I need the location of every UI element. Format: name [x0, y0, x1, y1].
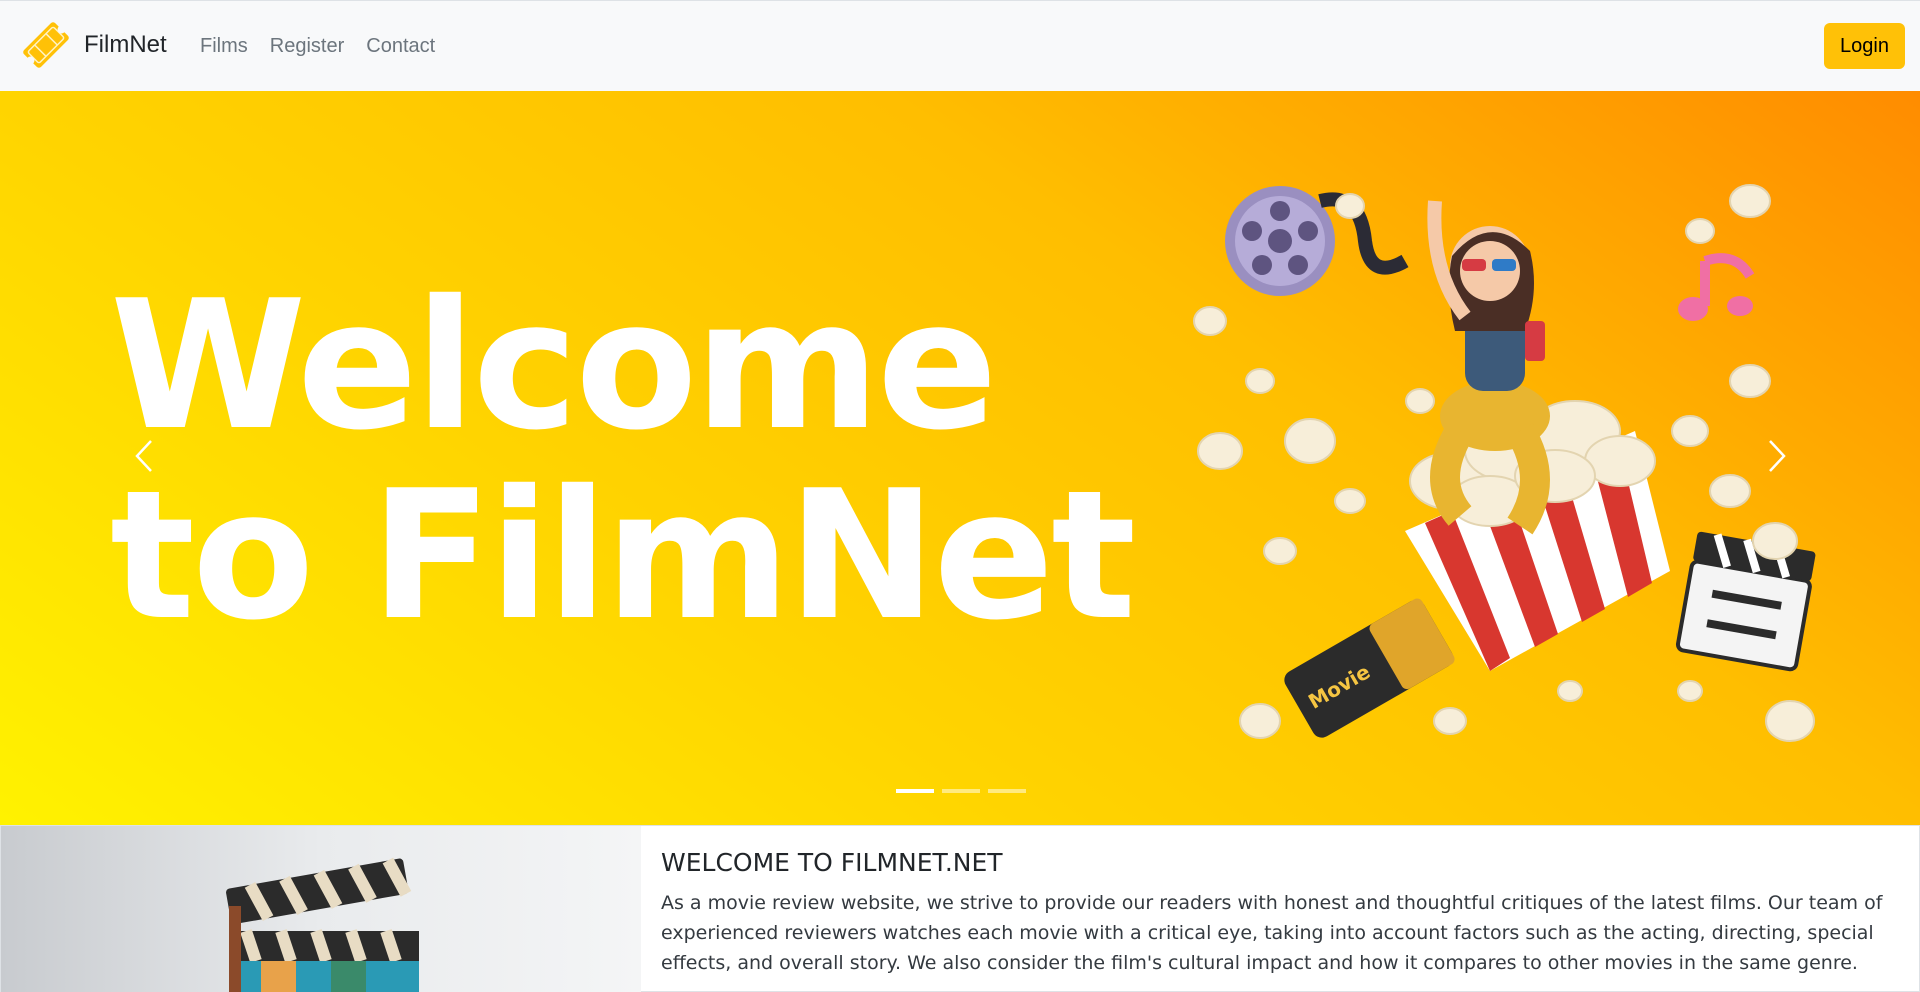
- carousel-indicator-1[interactable]: [896, 789, 934, 793]
- about-text: As a movie review website, we strive to …: [661, 892, 1883, 974]
- nav-links: Films Register Contact: [200, 35, 435, 58]
- chevron-right-icon: [1769, 440, 1786, 472]
- film-ticket-icon: [23, 22, 69, 68]
- clapperboard-icon: [1675, 531, 1816, 672]
- navbar: FilmNet Films Register Contact Login: [0, 0, 1920, 91]
- hero-title-line-1: Welcome: [110, 262, 998, 469]
- nav-link-register[interactable]: Register: [270, 35, 344, 58]
- nav-link-contact[interactable]: Contact: [366, 35, 435, 58]
- film-reel-icon: [1225, 186, 1409, 296]
- carousel-next-button[interactable]: [1756, 431, 1796, 481]
- hero-title-line-2: to FilmNet: [110, 452, 1136, 659]
- hero-title: Welcome to FilmNet: [110, 262, 1136, 659]
- brand-link[interactable]: FilmNet: [18, 17, 167, 73]
- carousel-prev-button[interactable]: [125, 431, 165, 481]
- hero-carousel: Welcome to FilmNet Movie: [0, 91, 1920, 825]
- carousel-indicators: [896, 789, 1026, 793]
- chevron-left-icon: [135, 440, 152, 472]
- popcorn-illustration: Movie: [1193, 184, 1816, 742]
- about-image: [1, 826, 641, 992]
- carousel-indicator-3[interactable]: [988, 789, 1026, 793]
- movie-ticket-icon: Movie: [1284, 598, 1455, 738]
- about-section: WELCOME TO FILMNET.NET As a movie review…: [0, 825, 1920, 992]
- about-title: WELCOME TO FILMNET.NET: [661, 848, 1003, 877]
- carousel-indicator-2[interactable]: [942, 789, 980, 793]
- music-note-icon: [1678, 253, 1755, 321]
- clapperboard-icon: [226, 857, 419, 992]
- login-button[interactable]: Login: [1824, 23, 1905, 69]
- brand-name: FilmNet: [84, 31, 167, 58]
- nav-link-films[interactable]: Films: [200, 35, 248, 58]
